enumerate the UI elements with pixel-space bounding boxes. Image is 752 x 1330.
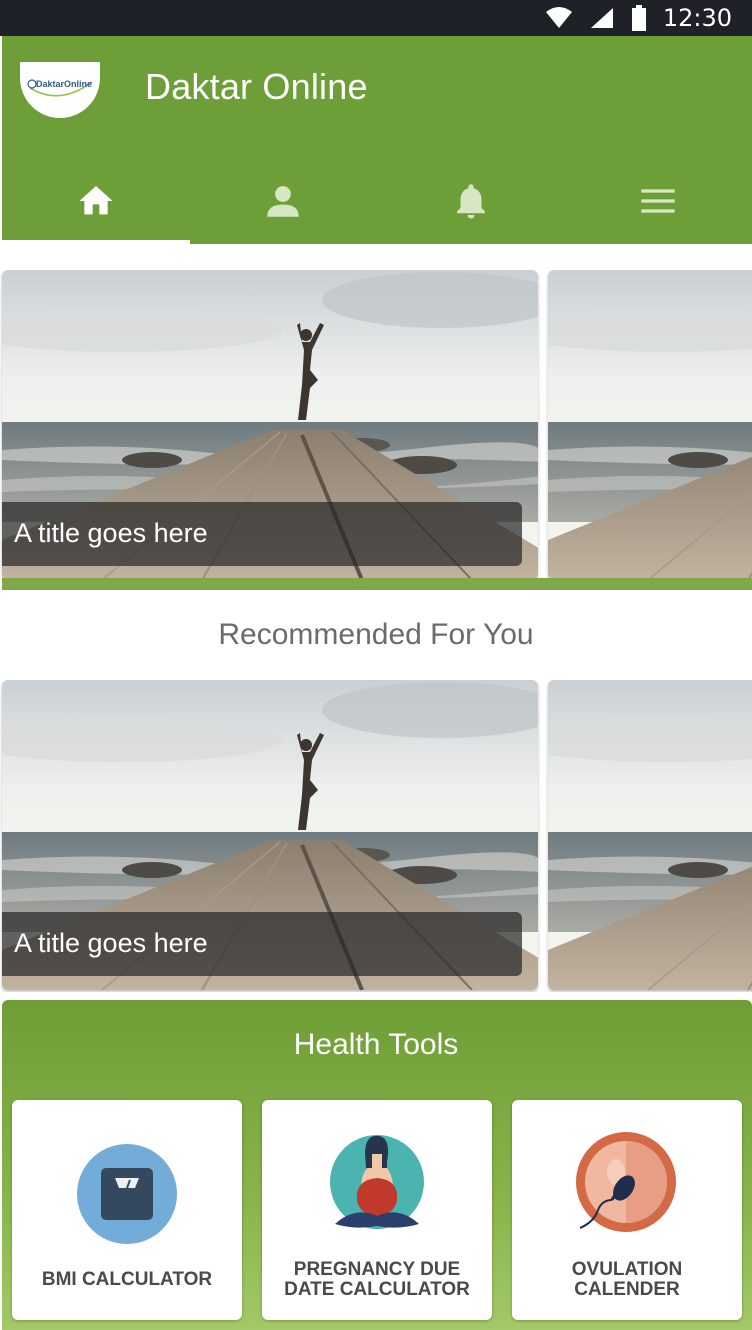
app-title: Daktar Online (145, 66, 368, 107)
card-caption: A title goes here (2, 912, 522, 976)
label-line-2: DATE CALCULATOR (284, 1279, 470, 1300)
home-icon (79, 186, 113, 215)
card-caption-text: A title goes here (14, 928, 208, 958)
health-tools-section: Health Tools BMI CALCULATOR PREGNANCY DU… (2, 1000, 752, 1330)
tab-notifications[interactable] (377, 158, 565, 244)
recommended-card-next[interactable] (548, 680, 752, 990)
featured-carousel[interactable]: A title goes here (0, 270, 752, 582)
tab-menu[interactable] (565, 158, 752, 244)
status-bar: 12:30 (0, 0, 752, 36)
bmi-calculator-card[interactable]: BMI CALCULATOR (12, 1100, 242, 1320)
section-divider (2, 578, 752, 590)
tab-profile[interactable] (190, 158, 378, 244)
ovulation-calendar-card[interactable]: OVULATION CALENDER (512, 1100, 742, 1320)
card-caption: A title goes here (2, 502, 522, 566)
health-tools-title: Health Tools (293, 1028, 459, 1061)
recommended-card[interactable]: A title goes here (2, 680, 538, 990)
logo-text: DaktarOnline (36, 79, 93, 89)
wifi-icon (545, 7, 572, 28)
label-line-1: OVULATION (571, 1259, 683, 1280)
pregnancy-calculator-card[interactable]: PREGNANCY DUE DATE CALCULATOR (262, 1100, 492, 1320)
tab-bar (2, 158, 752, 244)
label-line-2: CALENDER (574, 1279, 680, 1300)
bell-icon (456, 184, 485, 219)
ovulation-calendar-label: OVULATION CALENDER (512, 1260, 742, 1300)
menu-icon (641, 189, 675, 213)
signal-icon (590, 8, 613, 28)
ovum-icon (576, 1132, 676, 1232)
card-photo (548, 270, 752, 580)
featured-card[interactable]: A title goes here (2, 270, 538, 580)
battery-icon (631, 5, 646, 31)
pregnancy-calculator-label: PREGNANCY DUE DATE CALCULATOR (262, 1260, 492, 1300)
person-icon (267, 186, 299, 217)
bmi-calculator-label: BMI CALCULATOR (41, 1269, 213, 1290)
label-line-1: PREGNANCY DUE (293, 1259, 461, 1280)
recommended-carousel[interactable]: A title goes here (0, 680, 752, 992)
pregnant-woman-icon (330, 1135, 424, 1229)
tab-home[interactable] (2, 158, 190, 244)
recommended-title: Recommended For You (218, 618, 534, 651)
app-bar: DaktarOnline Daktar Online (2, 36, 752, 244)
card-photo (548, 680, 752, 990)
scale-icon (77, 1144, 177, 1244)
app-logo[interactable]: DaktarOnline (20, 62, 100, 118)
card-caption-text: A title goes here (14, 518, 208, 548)
featured-card-next[interactable] (548, 270, 752, 580)
status-icons: 12:30 (545, 0, 732, 36)
clock: 12:30 (662, 4, 732, 32)
